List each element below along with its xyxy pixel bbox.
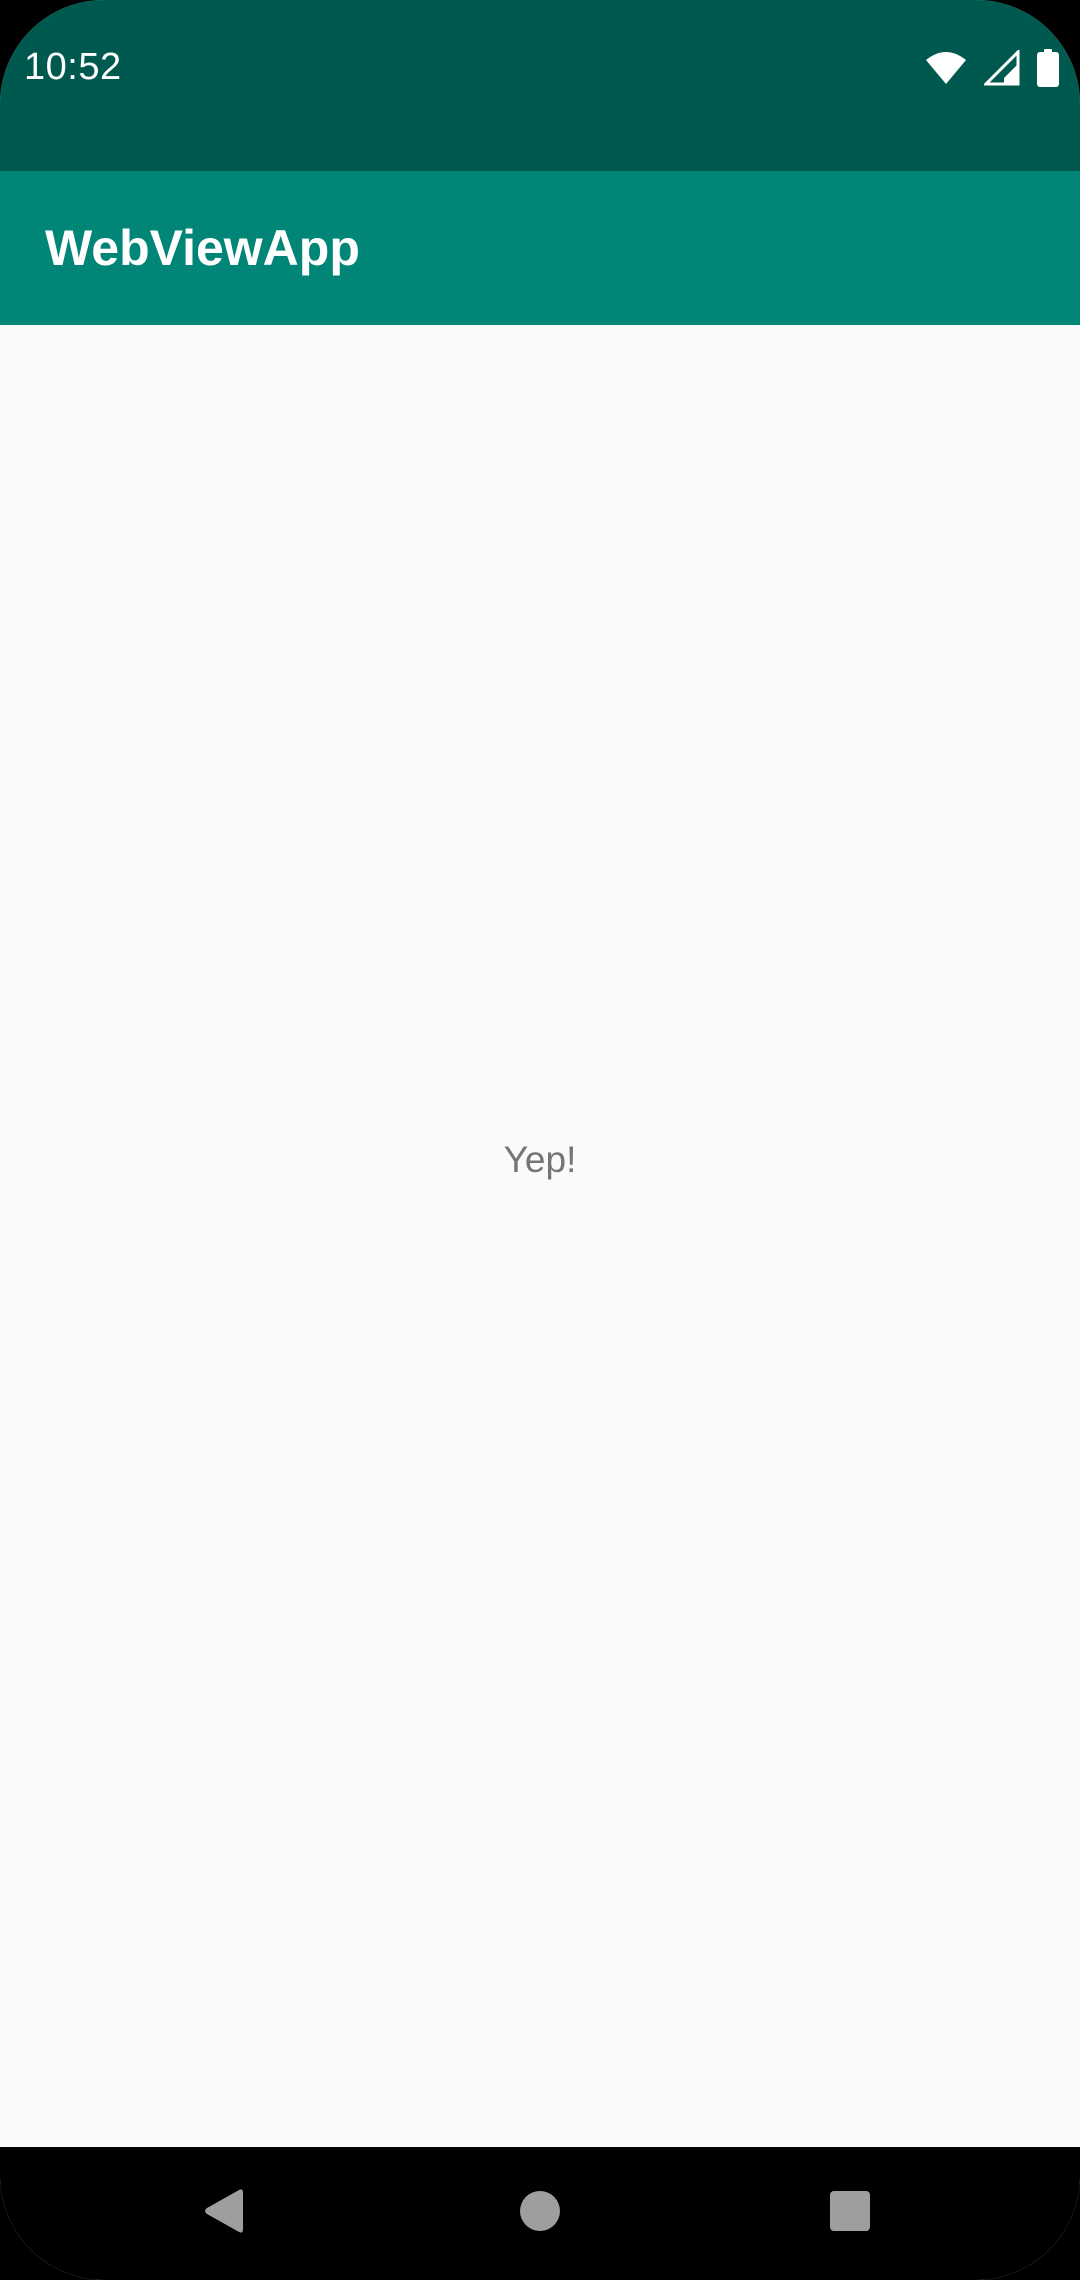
status-bar: 10:52	[0, 0, 1080, 171]
wifi-icon	[924, 50, 968, 86]
battery-icon	[1036, 49, 1060, 87]
content-message: Yep!	[503, 1139, 577, 1180]
phone-screen: 10:52 WebViewApp Yep!	[0, 0, 1080, 2280]
recents-button[interactable]	[760, 2147, 940, 2280]
status-time: 10:52	[24, 46, 122, 88]
app-title: WebViewApp	[45, 220, 360, 276]
recents-icon	[830, 2191, 870, 2236]
back-icon	[203, 2188, 247, 2239]
app-bar: WebViewApp	[0, 171, 1080, 325]
status-icons	[924, 48, 1060, 88]
back-button[interactable]	[135, 2147, 315, 2280]
signal-icon	[982, 48, 1020, 86]
home-button[interactable]	[450, 2147, 630, 2280]
navigation-bar	[0, 2147, 1080, 2280]
webview-content[interactable]: Yep!	[0, 325, 1080, 2147]
home-icon	[520, 2191, 560, 2236]
